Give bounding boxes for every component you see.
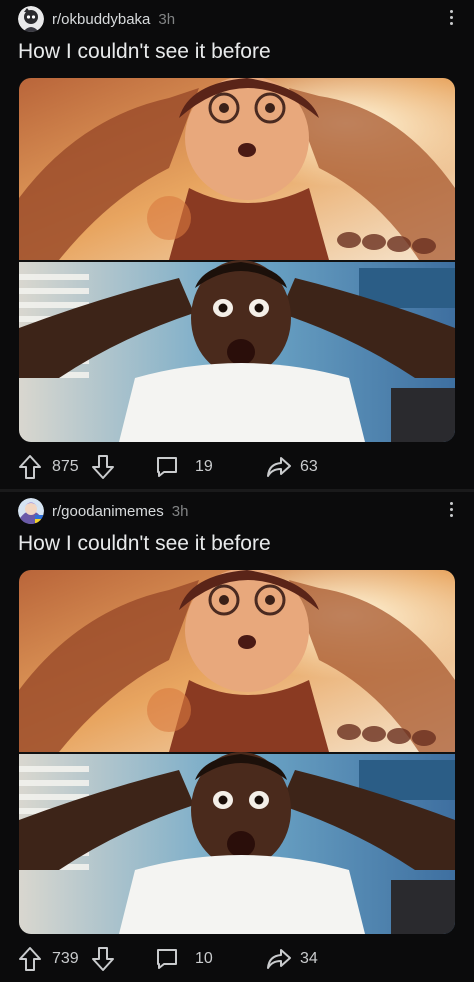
post-card[interactable]: r/goodanimemes 3h How I couldn't see it …	[0, 492, 474, 982]
post-card[interactable]: r/okbuddybaka 3h How I couldn't see it b…	[0, 0, 474, 490]
share-arrow-icon	[266, 947, 292, 971]
share-arrow-icon	[266, 455, 292, 479]
vote-group: 739	[18, 944, 115, 974]
share-button[interactable]: 34	[266, 944, 318, 974]
comment-count: 10	[195, 950, 213, 967]
comment-count: 19	[195, 458, 213, 475]
subreddit-avatar[interactable]	[18, 6, 44, 32]
post-title[interactable]: How I couldn't see it before	[18, 532, 271, 556]
comment-button[interactable]: 10	[155, 944, 213, 974]
post-time: 3h	[158, 10, 176, 28]
post-image[interactable]	[19, 78, 455, 442]
share-button[interactable]: 63	[266, 452, 318, 482]
arrow-down-icon[interactable]	[91, 454, 115, 480]
share-count: 34	[300, 950, 318, 967]
post-header: r/goodanimemes 3h	[18, 498, 188, 524]
subreddit-name[interactable]: r/okbuddybaka	[52, 11, 150, 28]
post-image[interactable]	[19, 570, 455, 934]
arrow-down-icon[interactable]	[91, 946, 115, 972]
vote-count: 875	[52, 458, 79, 475]
subreddit-name[interactable]: r/goodanimemes	[52, 503, 164, 520]
comment-button[interactable]: 19	[155, 452, 213, 482]
post-time: 3h	[171, 502, 189, 520]
more-options-icon[interactable]	[448, 500, 454, 520]
subreddit-avatar[interactable]	[18, 498, 44, 524]
vote-count: 739	[52, 950, 79, 967]
post-actions: 739 10 34	[18, 944, 458, 974]
arrow-up-icon[interactable]	[18, 946, 42, 972]
post-header: r/okbuddybaka 3h	[18, 6, 175, 32]
speech-bubble-icon	[155, 455, 179, 479]
vote-group: 875	[18, 452, 115, 482]
speech-bubble-icon	[155, 947, 179, 971]
post-actions: 875 19 63	[18, 452, 458, 482]
more-options-icon[interactable]	[448, 8, 454, 28]
post-title[interactable]: How I couldn't see it before	[18, 40, 271, 64]
share-count: 63	[300, 458, 318, 475]
arrow-up-icon[interactable]	[18, 454, 42, 480]
